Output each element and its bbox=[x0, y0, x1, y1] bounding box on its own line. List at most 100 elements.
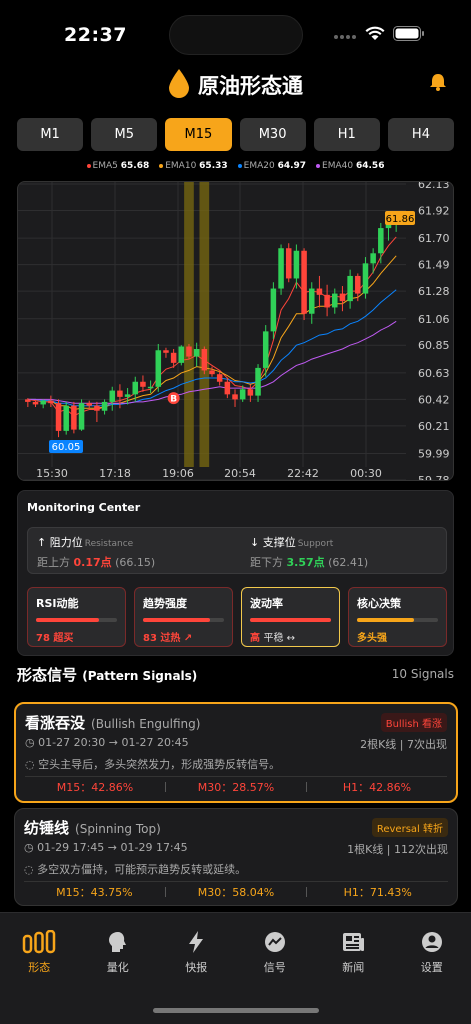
resistance-distance: 0.17点 bbox=[73, 556, 112, 569]
highlight-column bbox=[184, 182, 194, 467]
timeframe-m5[interactable]: M5 bbox=[91, 118, 158, 151]
candle-body bbox=[324, 294, 330, 308]
candle-body bbox=[247, 389, 254, 396]
tab-0[interactable]: 形态 bbox=[0, 929, 79, 975]
candle-body bbox=[370, 253, 376, 264]
candlestick-chart[interactable]: 62.13 61.92 61.70 61.49 61.28 61.06 60.85 60.63… bbox=[17, 181, 454, 481]
timeframe-h4[interactable]: H4 bbox=[387, 118, 455, 151]
ema-dot-icon bbox=[316, 163, 321, 168]
highlight-column bbox=[199, 182, 210, 467]
x-tick-label: 17:18 bbox=[99, 467, 131, 480]
tab-label: 新闻 bbox=[342, 961, 365, 974]
battery-icon bbox=[393, 26, 425, 45]
tab-label: 形态 bbox=[28, 961, 51, 974]
timeframe-h1[interactable]: H1 bbox=[313, 118, 380, 151]
candle-body bbox=[25, 399, 31, 402]
candles-icon bbox=[22, 929, 56, 955]
ema-line-3 bbox=[27, 320, 397, 404]
x-tick-label: 20:54 bbox=[224, 467, 256, 480]
signal-meta: 2根K线 | 7次出现 bbox=[360, 738, 447, 751]
ema-dot-icon bbox=[159, 163, 164, 168]
indicator-card-2[interactable]: 波动率高 平稳 ↔ bbox=[241, 587, 340, 647]
tab-label: 快报 bbox=[185, 961, 208, 974]
ema-dot-icon bbox=[237, 163, 242, 168]
y-tick-label: 59.78 bbox=[418, 474, 450, 481]
status-icons bbox=[333, 26, 425, 45]
home-indicator bbox=[153, 1008, 319, 1013]
indicator-title: 核心决策 bbox=[357, 597, 401, 610]
x-tick-label: 22:42 bbox=[287, 467, 319, 480]
signal-badge: Bullish 看涨 bbox=[380, 713, 447, 732]
indicator-card-1[interactable]: 趋势强度 83 过热 ↗ bbox=[134, 587, 233, 647]
tab-2[interactable]: 快报 bbox=[157, 929, 236, 975]
tab-1[interactable]: 量化 bbox=[79, 929, 158, 975]
oil-drop-icon bbox=[168, 68, 190, 102]
indicator-value: 78 超买 bbox=[36, 633, 74, 644]
indicator-card-3[interactable]: 核心决策 多头强 bbox=[348, 587, 447, 647]
signals-header: 形态信号 (Pattern Signals) 10 Signals bbox=[17, 666, 454, 684]
lightning-icon bbox=[184, 929, 208, 955]
timeframe-selector: M1 M5 M15 M30 H1 H4 bbox=[17, 118, 455, 151]
indicator-bar bbox=[250, 618, 331, 622]
y-tick-label: 60.21 bbox=[418, 420, 450, 433]
indicator-bar bbox=[357, 618, 438, 622]
indicator-bar bbox=[36, 618, 117, 622]
signal-card[interactable]: 看涨吞没 (Bullish Engulfing) Bullish 看涨 ◷ 01-27… bbox=[14, 702, 458, 803]
signal-stats: M15：42.86% M30：28.57% H1：42.86% bbox=[25, 776, 447, 796]
candle-body bbox=[94, 405, 100, 411]
monitor-title: Monitoring Center bbox=[27, 501, 141, 514]
y-tick-label: 61.06 bbox=[418, 313, 450, 326]
candle-body bbox=[124, 394, 131, 397]
tab-5[interactable]: 设置 bbox=[393, 929, 471, 975]
candle-body bbox=[193, 349, 200, 357]
y-tick-label: 61.70 bbox=[418, 232, 450, 245]
y-tick-label: 61.49 bbox=[418, 259, 450, 272]
candle-body bbox=[278, 248, 284, 289]
ema-item-ema5: EMA5 65.68 bbox=[86, 161, 149, 171]
candle-body bbox=[178, 346, 185, 363]
low-price-label: 60.05 bbox=[52, 442, 81, 453]
candle-body bbox=[201, 349, 208, 371]
ema-dot-icon bbox=[86, 163, 91, 168]
bell-icon[interactable] bbox=[428, 72, 448, 96]
indicator-title: 趋势强度 bbox=[143, 597, 187, 610]
tab-3[interactable]: 信号 bbox=[236, 929, 315, 975]
candle-body bbox=[232, 394, 238, 400]
y-tick-label: 62.13 bbox=[418, 182, 450, 191]
candle-body bbox=[316, 288, 323, 295]
candle-body bbox=[209, 370, 215, 375]
signal-badge: Reversal 转折 bbox=[371, 818, 448, 837]
candle-body bbox=[216, 374, 223, 382]
timeframe-m15[interactable]: M15 bbox=[165, 118, 232, 151]
candle-body bbox=[262, 331, 269, 368]
arrow-up-icon: ↑ bbox=[37, 536, 47, 549]
timeframe-m30[interactable]: M30 bbox=[239, 118, 306, 151]
signal-meta: 1根K线 | 112次出现 bbox=[347, 843, 448, 856]
candle-body bbox=[347, 275, 353, 302]
newspaper-icon bbox=[341, 929, 365, 955]
tab-label: 量化 bbox=[106, 961, 129, 974]
candle-body bbox=[140, 381, 146, 387]
candle-body bbox=[224, 381, 231, 395]
signal-card[interactable]: 纺锤线 (Spinning Top) Reversal 转折 ◷ 01-29 17:4… bbox=[14, 808, 458, 906]
timeframe-m1[interactable]: M1 bbox=[17, 118, 84, 151]
candle-body bbox=[170, 352, 177, 363]
y-tick-label: 60.42 bbox=[418, 393, 450, 406]
candle-body bbox=[86, 403, 92, 406]
indicator-title: 波动率 bbox=[250, 597, 283, 610]
candle-body bbox=[163, 350, 169, 353]
x-tick-label: 00:30 bbox=[350, 467, 382, 480]
indicator-value: 多头强 bbox=[357, 633, 387, 644]
indicator-card-0[interactable]: RSI动能 78 超买 bbox=[27, 587, 126, 647]
support-block: ↓ 支撑位 Support 距下方 3.57点 (62.41) bbox=[250, 536, 369, 569]
candle-body bbox=[186, 346, 192, 357]
candle-body bbox=[378, 228, 384, 254]
tab-4[interactable]: 新闻 bbox=[314, 929, 393, 975]
candle-body bbox=[71, 405, 77, 430]
y-tick-label: 61.28 bbox=[418, 285, 450, 298]
candle-body bbox=[117, 390, 123, 397]
support-distance: 3.57点 bbox=[286, 556, 325, 569]
tab-bar: 形态 量化 快报 信号 新闻 设置 bbox=[0, 912, 471, 1024]
ema-line-1 bbox=[27, 255, 397, 411]
candle-body bbox=[48, 400, 54, 404]
